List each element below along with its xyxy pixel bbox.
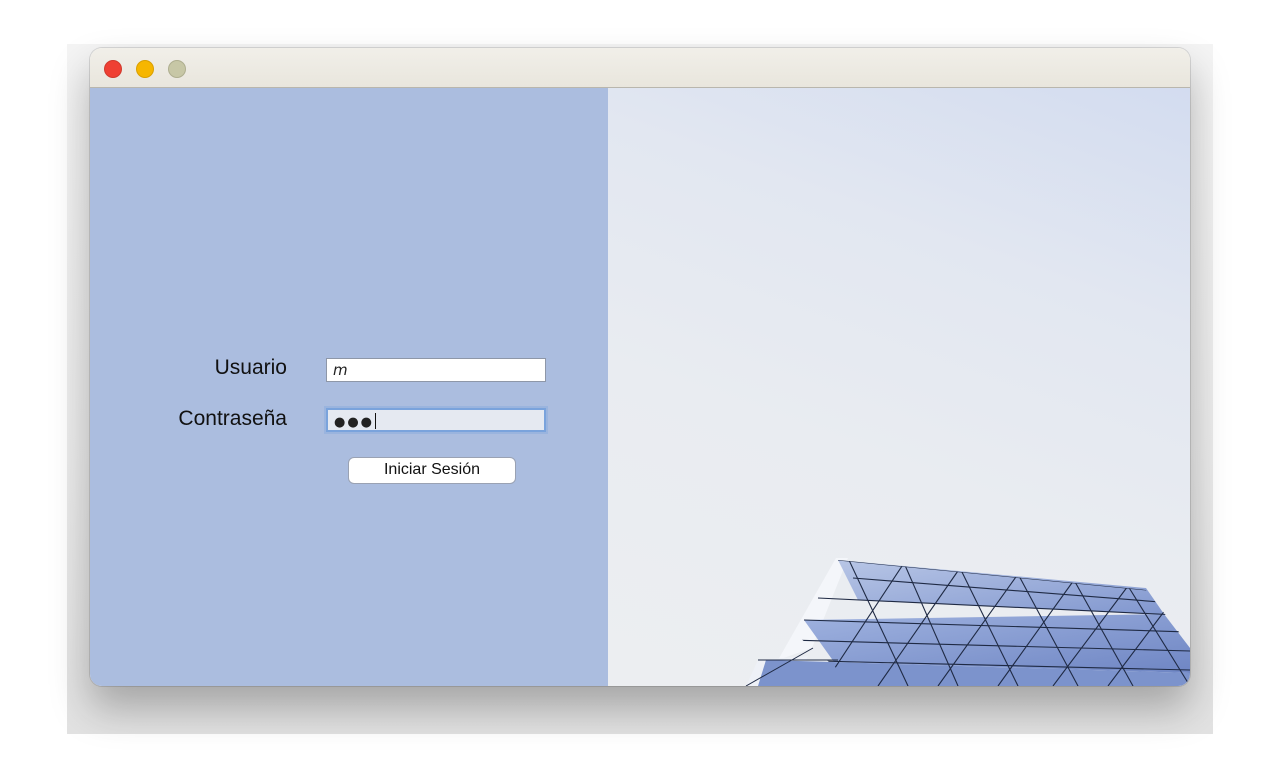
building-image: [745, 558, 1190, 686]
minimize-button[interactable]: [136, 60, 154, 78]
username-label: Usuario: [214, 356, 287, 379]
login-window: Usuario m Contraseña ●●● Iniciar Sesión: [90, 48, 1190, 686]
username-value: m: [333, 361, 348, 379]
login-button[interactable]: Iniciar Sesión: [348, 457, 516, 484]
close-button[interactable]: [104, 60, 122, 78]
password-label: Contraseña: [178, 407, 287, 430]
text-caret: [375, 413, 377, 429]
username-field[interactable]: m: [326, 358, 546, 382]
login-panel: Usuario m Contraseña ●●● Iniciar Sesión: [90, 88, 608, 686]
password-mask: ●●●: [334, 415, 375, 430]
title-bar[interactable]: [90, 48, 1190, 88]
password-field[interactable]: ●●●: [326, 408, 546, 432]
zoom-button[interactable]: [168, 60, 186, 78]
building-image-panel: [608, 88, 1190, 686]
